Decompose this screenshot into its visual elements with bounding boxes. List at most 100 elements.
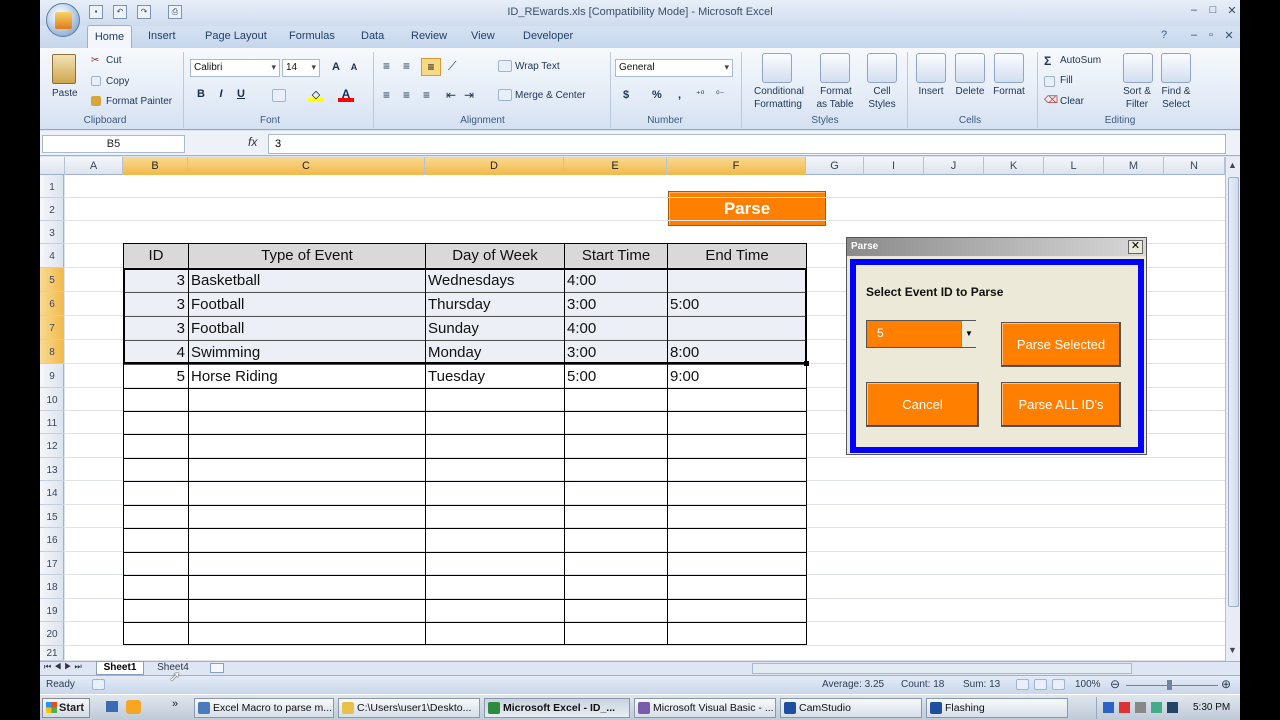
row-header[interactable]: 5 bbox=[40, 268, 64, 292]
cancel-button[interactable]: Cancel bbox=[866, 382, 979, 427]
column-heading[interactable]: Day of Week bbox=[426, 245, 564, 267]
parse-selected-button[interactable]: Parse Selected bbox=[1001, 322, 1121, 367]
sort-filter-icon[interactable] bbox=[1123, 53, 1153, 83]
insert-function-button[interactable]: fx bbox=[248, 135, 257, 149]
column-header[interactable]: F bbox=[667, 157, 806, 175]
shrink-font-icon[interactable]: A bbox=[346, 60, 362, 76]
table-cell[interactable]: Football bbox=[191, 294, 422, 316]
clear-button[interactable]: Clear bbox=[1060, 96, 1084, 107]
align-top-icon[interactable]: ≡ bbox=[383, 59, 390, 73]
redo-icon[interactable]: ↷ bbox=[137, 5, 151, 19]
decrease-decimal-icon[interactable]: ⁰⁻ bbox=[716, 89, 724, 100]
column-header[interactable]: M bbox=[1104, 157, 1164, 175]
name-box[interactable]: B5 bbox=[42, 135, 185, 153]
sort-filter-label-1[interactable]: Sort & bbox=[1118, 86, 1156, 97]
row-header[interactable]: 9 bbox=[40, 364, 64, 388]
find-select-label-1[interactable]: Find & bbox=[1157, 86, 1195, 97]
row-header[interactable]: 14 bbox=[40, 481, 64, 505]
font-name-combo[interactable]: Calibri bbox=[190, 59, 280, 77]
row-header[interactable]: 6 bbox=[40, 292, 64, 316]
cell-styles-icon[interactable] bbox=[867, 53, 897, 83]
help-icon[interactable]: ? bbox=[1161, 29, 1167, 41]
conditional-formatting-label-1[interactable]: Conditional bbox=[749, 86, 809, 97]
taskbar-item[interactable]: Excel Macro to parse m... bbox=[194, 698, 334, 718]
dialog-close-button[interactable]: ✕ bbox=[1128, 240, 1143, 254]
column-header[interactable]: J bbox=[924, 157, 984, 175]
font-size-combo[interactable]: 14 bbox=[282, 59, 320, 77]
zoom-slider[interactable] bbox=[1126, 685, 1218, 686]
insert-cells-button[interactable]: Insert bbox=[916, 86, 946, 97]
align-middle-icon[interactable]: ≡ bbox=[403, 59, 410, 73]
format-as-table-icon[interactable] bbox=[820, 53, 850, 83]
tab-home[interactable]: Home bbox=[87, 25, 132, 49]
tab-insert[interactable]: Insert bbox=[148, 30, 176, 42]
clock[interactable]: 5:30 PM bbox=[1193, 702, 1230, 713]
taskbar-item[interactable]: C:\Users\user1\Deskto... bbox=[338, 698, 480, 718]
table-cell[interactable] bbox=[670, 270, 803, 292]
ribbon-minimize-icon[interactable]: – bbox=[1186, 29, 1202, 41]
maximize-icon[interactable]: □ bbox=[1205, 4, 1221, 16]
parse-all-button[interactable]: Parse ALL ID's bbox=[1001, 382, 1121, 427]
row-header[interactable]: 20 bbox=[40, 622, 64, 646]
column-header[interactable]: E bbox=[564, 157, 667, 175]
column-header[interactable]: I bbox=[864, 157, 924, 175]
column-header[interactable]: A bbox=[65, 157, 123, 175]
percent-button[interactable]: % bbox=[652, 89, 662, 101]
insert-cells-icon[interactable] bbox=[916, 53, 946, 83]
find-select-icon[interactable] bbox=[1161, 53, 1191, 83]
table-cell[interactable]: 3 bbox=[126, 294, 185, 316]
row-header[interactable]: 2 bbox=[40, 198, 64, 221]
comma-button[interactable]: , bbox=[678, 89, 681, 101]
table-cell[interactable]: Monday bbox=[428, 342, 561, 364]
page-layout-view-icon[interactable] bbox=[1034, 679, 1047, 690]
column-header[interactable]: K bbox=[984, 157, 1044, 175]
sheet-tab-sheet1[interactable]: Sheet1 bbox=[96, 661, 144, 675]
formula-input[interactable]: 3 bbox=[268, 134, 1226, 154]
tab-developer[interactable]: Developer bbox=[523, 30, 573, 42]
italic-button[interactable]: I bbox=[213, 87, 229, 103]
format-cells-icon[interactable] bbox=[994, 53, 1024, 83]
delete-cells-button[interactable]: Delete bbox=[953, 86, 987, 97]
normal-view-icon[interactable] bbox=[1016, 679, 1029, 690]
table-cell[interactable]: 5 bbox=[126, 366, 185, 388]
grow-font-icon[interactable]: A bbox=[328, 60, 344, 76]
wrap-text-button[interactable]: Wrap Text bbox=[515, 61, 560, 72]
quicklaunch-overflow-icon[interactable]: » bbox=[172, 698, 178, 710]
decrease-indent-icon[interactable]: ⇤ bbox=[446, 88, 456, 102]
page-break-view-icon[interactable] bbox=[1052, 679, 1065, 690]
row-header[interactable]: 17 bbox=[40, 552, 64, 575]
fill-button[interactable]: Fill bbox=[1060, 75, 1073, 86]
row-header[interactable]: 3 bbox=[40, 221, 64, 244]
table-cell[interactable]: 8:00 bbox=[670, 342, 803, 364]
macro-record-icon[interactable] bbox=[92, 679, 105, 690]
table-cell[interactable]: Swimming bbox=[191, 342, 422, 364]
save-icon[interactable]: ▪ bbox=[89, 5, 103, 19]
horizontal-scrollbar[interactable] bbox=[752, 663, 1132, 674]
conditional-formatting-label-2[interactable]: Formatting bbox=[747, 99, 809, 110]
row-header[interactable]: 21 bbox=[40, 646, 64, 661]
scroll-down-icon[interactable]: ▼ bbox=[1228, 645, 1237, 655]
tab-formulas[interactable]: Formulas bbox=[289, 30, 335, 42]
column-header[interactable]: D bbox=[425, 157, 564, 175]
table-cell[interactable]: 3 bbox=[126, 270, 185, 292]
tray-app-icon[interactable] bbox=[1151, 702, 1162, 713]
table-cell[interactable]: Tuesday bbox=[428, 366, 561, 388]
column-heading[interactable]: Start Time bbox=[565, 245, 667, 267]
increase-decimal-icon[interactable]: ⁺⁰ bbox=[696, 89, 704, 100]
sort-filter-label-2[interactable]: Filter bbox=[1118, 99, 1156, 110]
zoom-in-icon[interactable]: ⊕ bbox=[1221, 677, 1231, 691]
zoom-level[interactable]: 100% bbox=[1075, 679, 1101, 690]
row-header[interactable]: 12 bbox=[40, 434, 64, 458]
row-header[interactable]: 1 bbox=[40, 175, 64, 198]
insert-sheet-icon[interactable] bbox=[210, 663, 224, 673]
column-header[interactable]: G bbox=[806, 157, 864, 175]
print-icon[interactable]: ⎙ bbox=[168, 5, 182, 19]
workbook-close-icon[interactable]: ✕ bbox=[1221, 29, 1237, 42]
fill-color-icon[interactable]: ◇ bbox=[308, 88, 324, 102]
table-cell[interactable]: 3:00 bbox=[567, 342, 664, 364]
taskbar-item[interactable]: Microsoft Visual Basic - ... bbox=[634, 698, 776, 718]
font-color-icon[interactable]: A bbox=[338, 87, 354, 102]
table-cell[interactable]: 5:00 bbox=[670, 294, 803, 316]
taskbar-item-active[interactable]: Microsoft Excel - ID_... bbox=[484, 698, 630, 718]
table-cell[interactable]: 5:00 bbox=[567, 366, 664, 388]
